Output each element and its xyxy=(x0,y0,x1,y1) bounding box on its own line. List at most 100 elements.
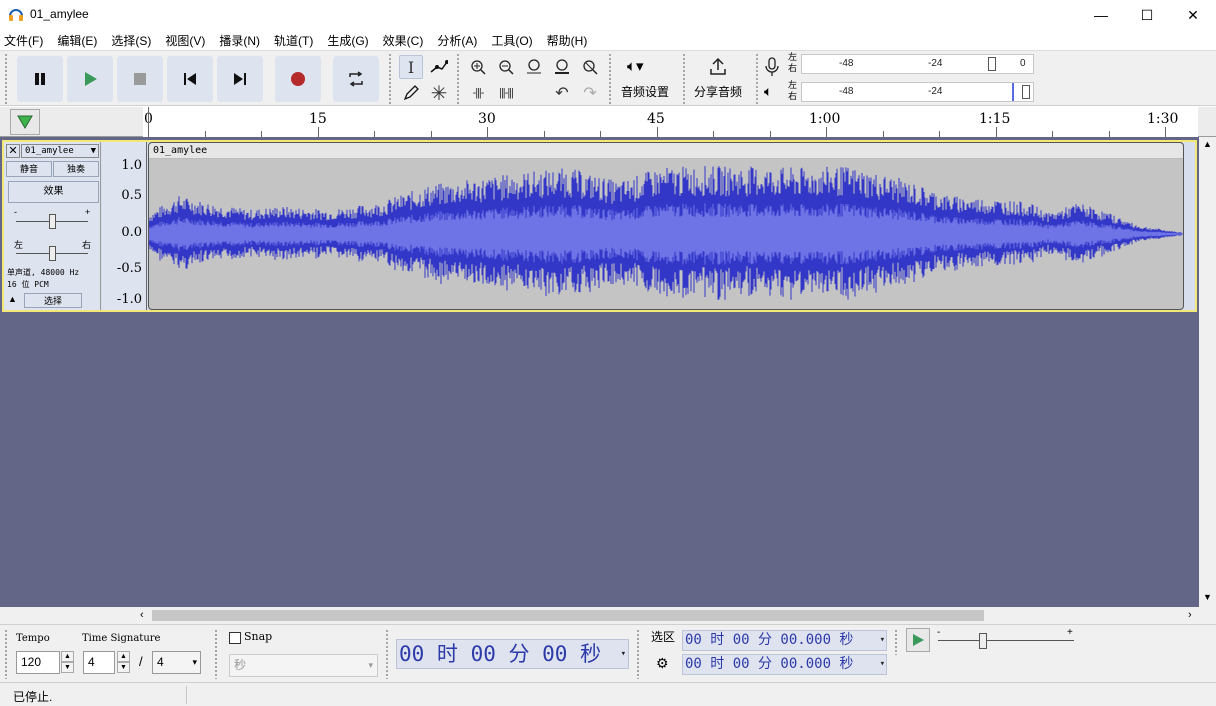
audio-setup-button[interactable]: 🔈︎▾ 音频设置 xyxy=(617,55,677,103)
menu-tools[interactable]: 工具(O) xyxy=(491,32,532,49)
play-button[interactable] xyxy=(67,56,113,102)
silence-audio-button[interactable]: |||-||| xyxy=(494,81,518,105)
skip-to-start-button[interactable] xyxy=(167,56,213,102)
play-at-speed-button[interactable] xyxy=(906,628,930,652)
draw-tool-button[interactable] xyxy=(399,81,423,105)
toolbar-grip[interactable] xyxy=(214,629,219,679)
audio-clip[interactable]: 01_amylee xyxy=(148,142,1184,310)
close-icon: ✕ xyxy=(8,145,18,157)
timeline-ruler[interactable]: 0 15 30 45 1:00 1:15 1:30 xyxy=(143,107,1198,137)
toolbar-grip[interactable] xyxy=(608,53,613,105)
time-signature-denominator[interactable]: 4 ▾ xyxy=(152,651,201,674)
menu-effect[interactable]: 效果(C) xyxy=(383,32,424,49)
menu-select[interactable]: 选择(S) xyxy=(111,32,151,49)
zoom-out-button[interactable] xyxy=(494,55,518,79)
timeline-options-button[interactable] xyxy=(10,109,40,135)
selection-tool-button[interactable]: I xyxy=(399,55,423,79)
record-button[interactable] xyxy=(275,56,321,102)
menu-view[interactable]: 视图(V) xyxy=(165,32,205,49)
minimize-button[interactable]: — xyxy=(1078,0,1124,30)
speed-plus-label: + xyxy=(1067,627,1073,638)
track-menu-button[interactable]: 01_amylee ▼ xyxy=(21,144,99,158)
menu-generate[interactable]: 生成(G) xyxy=(327,32,368,49)
toolbar-grip[interactable] xyxy=(388,53,393,105)
close-window-button[interactable]: ✕ xyxy=(1170,0,1216,30)
mute-button[interactable]: 静音 xyxy=(6,161,52,177)
amplitude-scale[interactable]: 1.0 0.5 0.0 -0.5 -1.0 xyxy=(102,142,147,310)
time-signature-numerator[interactable]: 4 xyxy=(83,651,115,674)
loop-button[interactable] xyxy=(333,56,379,102)
numerator-down-icon[interactable]: ▼ xyxy=(117,662,130,673)
playback-meter[interactable]: -48 -24 xyxy=(801,82,1034,102)
menu-analyze[interactable]: 分析(A) xyxy=(437,32,477,49)
menu-tracks[interactable]: 轨道(T) xyxy=(274,32,313,49)
status-divider xyxy=(186,686,187,704)
collapse-track-icon[interactable]: ▲ xyxy=(8,294,17,304)
fit-selection-button[interactable] xyxy=(522,55,546,79)
track-area[interactable]: ✕ 01_amylee ▼ 静音 独奏 效果 - + 左 右 单声道, 4800… xyxy=(0,137,1199,607)
scroll-down-icon[interactable]: ▼ xyxy=(1203,592,1212,602)
toolbar-grip[interactable] xyxy=(456,53,461,105)
maximize-button[interactable]: ☐ xyxy=(1124,0,1170,30)
tempo-input[interactable]: 120 xyxy=(16,651,60,674)
undo-button[interactable]: ↶ xyxy=(550,81,574,105)
horizontal-scroll-thumb[interactable] xyxy=(152,610,984,621)
multi-tool-button[interactable]: ✳ xyxy=(427,81,451,105)
microphone-icon[interactable] xyxy=(764,57,780,80)
menu-edit[interactable]: 编辑(E) xyxy=(57,32,97,49)
numerator-up-icon[interactable]: ▲ xyxy=(117,651,130,662)
snap-unit-select[interactable]: 秒 ▾ xyxy=(229,654,378,677)
record-meter[interactable]: -48 -24 0 xyxy=(801,54,1034,74)
scroll-right-icon[interactable]: › xyxy=(1188,609,1192,621)
effects-button[interactable]: 效果 xyxy=(8,181,99,203)
gain-slider[interactable] xyxy=(49,214,56,229)
toolbar-grip[interactable] xyxy=(4,53,9,105)
time-signature-label: Time Signature xyxy=(82,633,161,644)
close-track-button[interactable]: ✕ xyxy=(6,144,20,158)
redo-button[interactable]: ↷ xyxy=(578,81,602,105)
pause-button[interactable] xyxy=(17,56,63,102)
menu-transport[interactable]: 播录(N) xyxy=(219,32,260,49)
toolbar-grip[interactable] xyxy=(682,53,687,105)
scroll-up-icon[interactable]: ▲ xyxy=(1203,139,1212,149)
playback-level-slider[interactable] xyxy=(1022,85,1030,99)
skip-to-end-button[interactable] xyxy=(217,56,263,102)
main-toolbar: I ✳ -|||- |||-||| ↶ ↷ 🔈︎▾ 音频设置 分享音频 左右 -… xyxy=(0,50,1216,106)
record-level-slider[interactable] xyxy=(988,57,996,71)
clip-title-bar[interactable]: 01_amylee xyxy=(149,143,1183,159)
horizontal-scrollbar[interactable]: ‹ › xyxy=(0,607,1216,624)
menu-file[interactable]: 文件(F) xyxy=(4,32,43,49)
selection-end-time[interactable]: 00 时 00 分 00.000 秒 ▾ xyxy=(682,654,887,675)
select-track-button[interactable]: 选择 xyxy=(24,293,82,308)
skip-end-icon xyxy=(234,73,246,85)
toolbar-grip[interactable] xyxy=(636,629,641,679)
zoom-toggle-button[interactable] xyxy=(578,55,602,79)
vertical-scrollbar[interactable]: ▲ ▼ xyxy=(1199,137,1216,607)
playback-speaker-icon[interactable]: 🔈︎ xyxy=(764,83,772,100)
toolbar-grip[interactable] xyxy=(385,629,390,679)
time-display[interactable]: 00 时 00 分 00 秒 ▾ xyxy=(396,639,629,669)
tempo-down-icon[interactable]: ▼ xyxy=(61,662,74,673)
tempo-up-icon[interactable]: ▲ xyxy=(61,651,74,662)
toolbar-grip[interactable] xyxy=(755,53,760,105)
stop-button[interactable] xyxy=(117,56,163,102)
menu-help[interactable]: 帮助(H) xyxy=(547,32,588,49)
fit-project-button[interactable] xyxy=(550,55,574,79)
scroll-left-icon[interactable]: ‹ xyxy=(140,609,144,621)
pan-slider[interactable] xyxy=(49,246,56,261)
trim-audio-button[interactable]: -|||- xyxy=(466,81,490,105)
playback-speed-slider[interactable] xyxy=(979,633,987,649)
waveform[interactable] xyxy=(149,159,1183,309)
solo-button[interactable]: 独奏 xyxy=(53,161,99,177)
envelope-tool-button[interactable] xyxy=(427,55,451,79)
gear-icon[interactable]: ⚙ xyxy=(656,655,669,672)
toolbar-grip[interactable] xyxy=(4,629,9,679)
share-audio-button[interactable]: 分享音频 xyxy=(690,55,750,103)
toolbar-grip[interactable] xyxy=(894,629,899,655)
snap-checkbox[interactable] xyxy=(229,632,241,644)
audio-track[interactable]: ✕ 01_amylee ▼ 静音 独奏 效果 - + 左 右 单声道, 4800… xyxy=(2,140,1197,312)
zoom-in-button[interactable] xyxy=(466,55,490,79)
scale-label: 1.0 xyxy=(121,158,142,173)
selection-start-time[interactable]: 00 时 00 分 00.000 秒 ▾ xyxy=(682,630,887,651)
selection-label: 选区 xyxy=(651,630,676,644)
